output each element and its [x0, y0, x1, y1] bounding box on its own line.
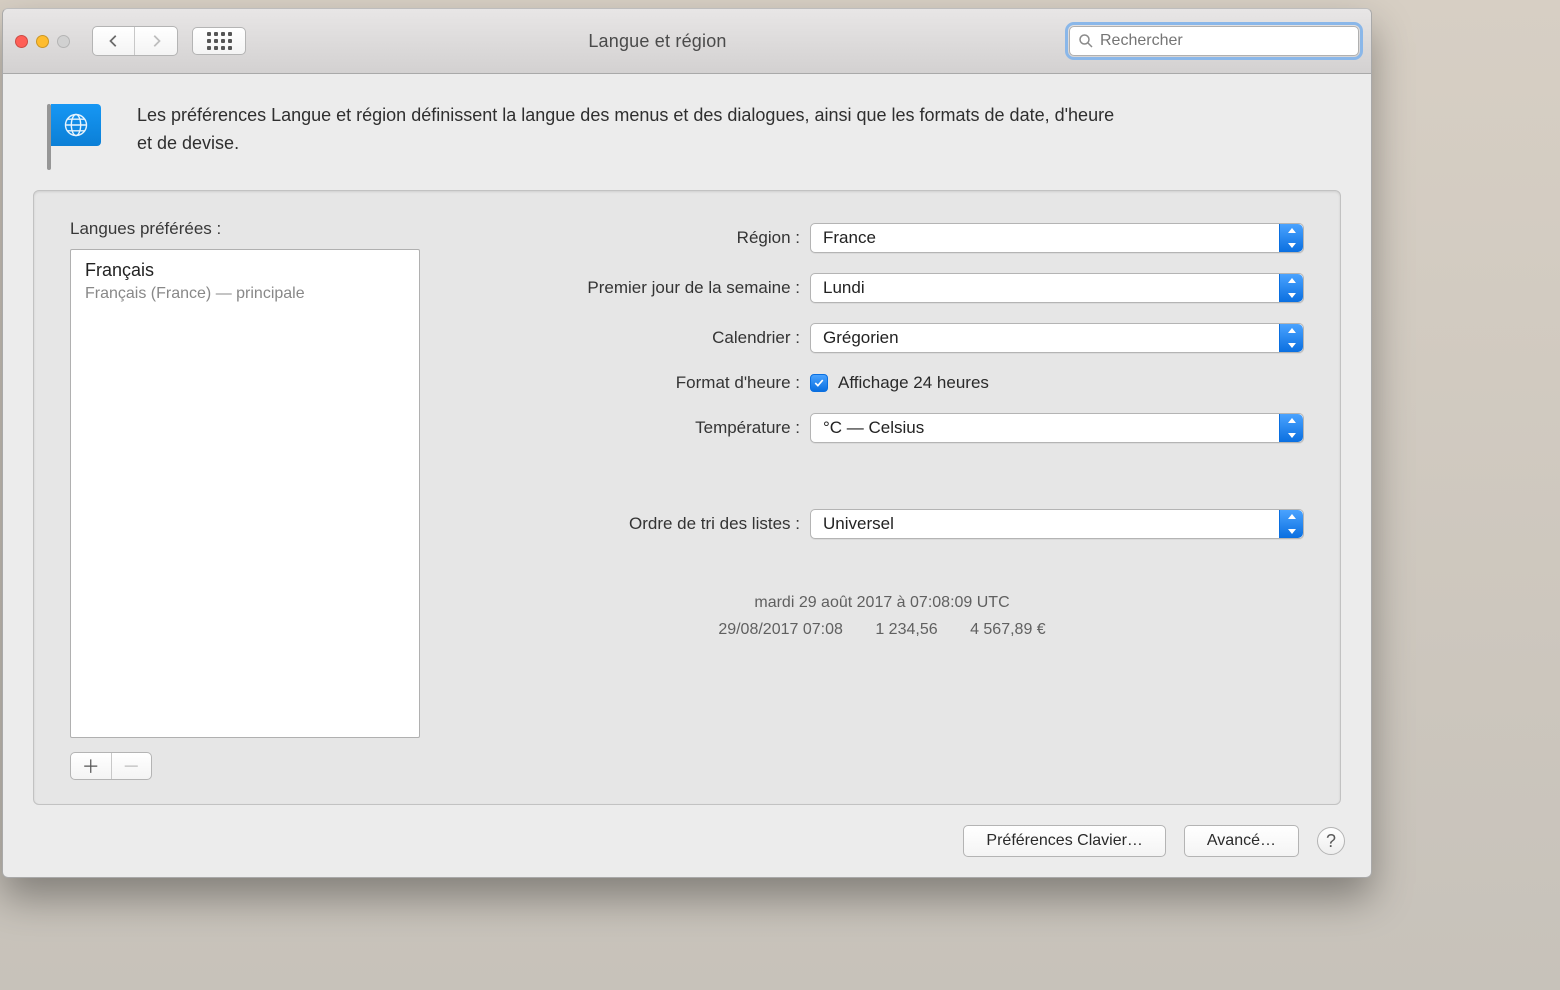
calendar-value: Grégorien: [823, 328, 899, 348]
bottom-bar: Préférences Clavier… Avancé… ?: [3, 825, 1371, 877]
region-value: France: [823, 228, 876, 248]
help-icon: ?: [1326, 831, 1336, 852]
search-input[interactable]: [1100, 32, 1350, 50]
keyboard-preferences-button[interactable]: Préférences Clavier…: [963, 825, 1166, 857]
plus-icon: ＋: [82, 753, 100, 779]
language-item[interactable]: Français Français (France) — principale: [85, 260, 405, 303]
window-controls: [15, 35, 70, 48]
sample-currency: 4 567,89 €: [970, 621, 1046, 638]
add-language-button[interactable]: ＋: [71, 753, 112, 779]
updown-stepper-icon: [1279, 274, 1303, 302]
calendar-popup[interactable]: Grégorien: [810, 323, 1304, 353]
settings-panel: Langues préférées : Français Français (F…: [33, 190, 1341, 805]
show-all-button[interactable]: [192, 27, 246, 55]
forward-button[interactable]: [135, 27, 177, 55]
first-day-value: Lundi: [823, 278, 865, 298]
back-button[interactable]: [93, 27, 135, 55]
sort-order-value: Universel: [823, 514, 894, 534]
sort-order-label: Ordre de tri des listes :: [460, 514, 800, 534]
minus-icon: －: [122, 753, 140, 779]
updown-stepper-icon: [1279, 324, 1303, 352]
first-day-popup[interactable]: Lundi: [810, 273, 1304, 303]
help-button[interactable]: ?: [1317, 827, 1345, 855]
toolbar: Langue et région: [3, 9, 1371, 74]
sample-short-date: 29/08/2017 07:08: [718, 621, 843, 638]
grid-icon: [207, 32, 232, 50]
advanced-button[interactable]: Avancé…: [1184, 825, 1299, 857]
temperature-label: Température :: [460, 418, 800, 438]
chevron-right-icon: [149, 34, 163, 48]
updown-stepper-icon: [1279, 510, 1303, 538]
chevron-left-icon: [107, 34, 121, 48]
updown-stepper-icon: [1279, 224, 1303, 252]
preferred-languages-section: Langues préférées : Français Français (F…: [70, 219, 420, 780]
zoom-window-button: [57, 35, 70, 48]
pane-description: Les préférences Langue et région définis…: [137, 102, 1117, 158]
region-popup[interactable]: France: [810, 223, 1304, 253]
temperature-popup[interactable]: °C — Celsius: [810, 413, 1304, 443]
sample-long-date: mardi 29 août 2017 à 07:08:09 UTC: [460, 589, 1304, 616]
check-icon: [813, 377, 825, 389]
window-title: Langue et région: [260, 31, 1055, 52]
preferred-languages-title: Langues préférées :: [70, 219, 420, 239]
preferred-languages-list[interactable]: Français Français (France) — principale: [70, 249, 420, 738]
sample-number: 1 234,56: [875, 621, 937, 638]
globe-icon: [62, 111, 90, 139]
time-24h-label: Affichage 24 heures: [838, 373, 989, 393]
search-field[interactable]: [1069, 26, 1359, 56]
close-window-button[interactable]: [15, 35, 28, 48]
minimize-window-button[interactable]: [36, 35, 49, 48]
time-24h-checkbox[interactable]: [810, 374, 828, 392]
remove-language-button: －: [112, 753, 152, 779]
add-remove-language: ＋ －: [70, 752, 152, 780]
language-region-icon: [43, 102, 107, 166]
nav-back-forward: [92, 26, 178, 56]
format-sample: mardi 29 août 2017 à 07:08:09 UTC 29/08/…: [460, 589, 1304, 643]
temperature-value: °C — Celsius: [823, 418, 924, 438]
sort-order-popup[interactable]: Universel: [810, 509, 1304, 539]
calendar-label: Calendrier :: [460, 328, 800, 348]
first-day-label: Premier jour de la semaine :: [460, 278, 800, 298]
search-icon: [1078, 33, 1094, 49]
pane-header: Les préférences Langue et région définis…: [3, 74, 1371, 190]
region-settings: Région : France Premier jour de la semai…: [460, 219, 1304, 780]
language-name: Français: [85, 260, 405, 281]
region-label: Région :: [460, 228, 800, 248]
time-format-label: Format d'heure :: [460, 373, 800, 393]
preferences-window: Langue et région Les préférences Langue …: [2, 8, 1372, 878]
language-subtitle: Français (France) — principale: [85, 285, 405, 303]
updown-stepper-icon: [1279, 414, 1303, 442]
